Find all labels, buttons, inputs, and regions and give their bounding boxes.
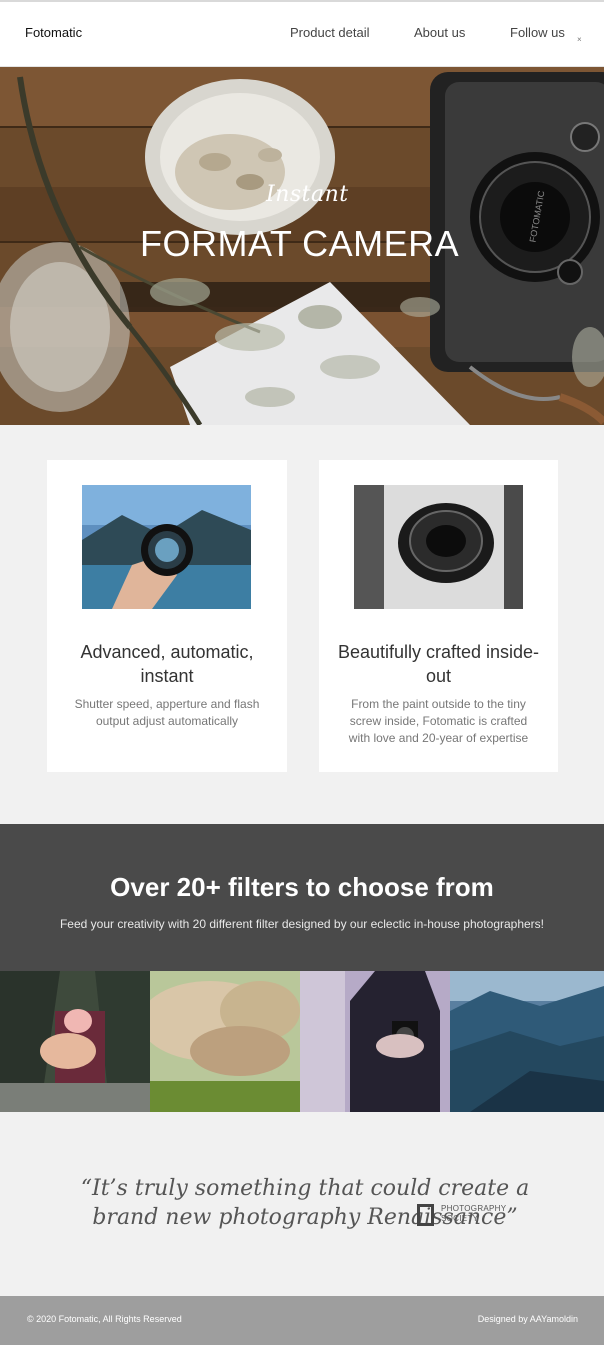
- society-logo-text: PHOTOGRAPHY SOCIETY: [441, 1204, 521, 1224]
- feature-card: Advanced, automatic, instant Shutter spe…: [47, 460, 287, 772]
- feature-text: Shutter speed, apperture and flash outpu…: [74, 697, 260, 728]
- footer-copyright: © 2020 Fotomatic, All Rights Reserved: [27, 1314, 182, 1324]
- footer-credit[interactable]: Designed by AAYamoldin: [478, 1314, 578, 1324]
- hero-subtitle: Instant: [266, 182, 349, 207]
- filter-gallery: [0, 971, 604, 1112]
- nav-product-detail[interactable]: Product detail: [290, 25, 370, 40]
- feature-card: Beautifully crafted inside-out From the …: [319, 460, 558, 772]
- feature-text: From the paint outside to the tiny screw…: [348, 697, 529, 745]
- gallery-image-photographer[interactable]: [300, 971, 450, 1112]
- society-name-line1: PHOTOGRAPHY: [441, 1204, 507, 1213]
- gallery-image-blossom[interactable]: [150, 971, 300, 1112]
- hero-banner: FOTOMATIC Instant FORMAT CAMERA: [0, 67, 604, 425]
- nav-follow-us[interactable]: Follow us: [510, 25, 565, 40]
- society-name-line2: SOCIETY: [441, 1214, 479, 1223]
- nav-about-us[interactable]: About us: [414, 25, 465, 40]
- filters-subheading: Feed your creativity with 20 different f…: [59, 917, 545, 931]
- camera-lens-photo: [354, 485, 523, 609]
- society-logo-icon: [417, 1204, 434, 1226]
- filters-heading: Over 20+ filters to choose from: [110, 872, 494, 902]
- gallery-image-mountains[interactable]: [450, 971, 604, 1112]
- features-section: Advanced, automatic, instant Shutter spe…: [0, 425, 604, 824]
- gallery-image-flower[interactable]: [0, 971, 150, 1112]
- brand-logo[interactable]: Fotomatic: [25, 25, 82, 40]
- lens-lake-photo: [82, 485, 251, 609]
- footer: © 2020 Fotomatic, All Rights Reserved De…: [0, 1296, 604, 1345]
- hero-title: FORMAT CAMERA: [140, 223, 460, 264]
- top-nav: Fotomatic Product detail About us Follow…: [0, 2, 604, 67]
- feature-title: Beautifully crafted inside-out: [337, 642, 540, 686]
- testimonial-section: “It’s truly something that could create …: [0, 1112, 604, 1296]
- filters-section: Over 20+ filters to choose from Feed you…: [0, 824, 604, 971]
- feature-title: Advanced, automatic, instant: [80, 642, 254, 686]
- close-icon[interactable]: ×: [577, 35, 582, 44]
